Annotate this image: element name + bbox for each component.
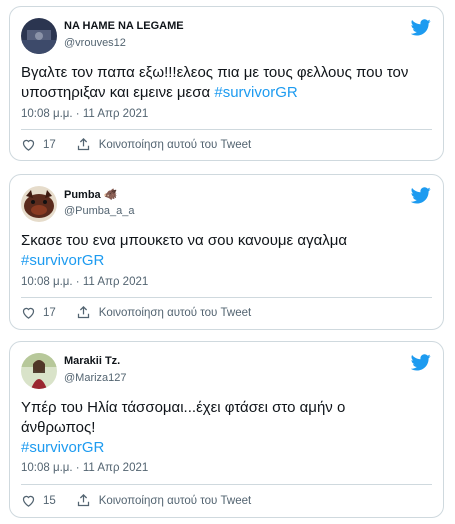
tweet-text-line: Υπέρ του Ηλία τάσσομαι...έχει φτάσει στο… (21, 399, 346, 416)
author-name-text: Pumba (64, 189, 101, 201)
share-icon (77, 305, 89, 319)
tweet-actions: 17 Κοινοποίηση αυτού του Tweet (21, 137, 251, 152)
author-name[interactable]: Marakii Tz. (64, 355, 120, 367)
share-icon (77, 493, 89, 507)
tweet-text-line: υποστηριξαν και εμεινε μεσα (21, 84, 215, 101)
heart-icon (22, 307, 35, 319)
share-button[interactable]: Κοινοποίηση αυτού του Tweet (76, 493, 251, 508)
tweet-timestamp[interactable]: 10:08 μ.μ. · 11 Απρ 2021 (21, 462, 148, 474)
tweet-actions: 17 Κοινοποίηση αυτού του Tweet (21, 305, 251, 320)
like-count: 15 (43, 494, 56, 507)
tweet-timestamp[interactable]: 10:08 μ.μ. · 11 Απρ 2021 (21, 108, 148, 120)
share-label: Κοινοποίηση αυτού του Tweet (98, 138, 252, 151)
tweet-card[interactable]: Marakii Tz. @Mariza127 Υπέρ του Ηλία τάσ… (9, 341, 444, 518)
tweet-card[interactable]: Pumba 🐗 @Pumba_a_a Σκασε του ενα μπουκετ… (9, 174, 444, 330)
divider (21, 297, 432, 298)
tweet-actions: 15 Κοινοποίηση αυτού του Tweet (21, 493, 251, 508)
share-button[interactable]: Κοινοποίηση αυτού του Tweet (76, 137, 251, 152)
author-name[interactable]: NA HAME NA LEGAME (64, 20, 184, 32)
heart-icon (22, 495, 35, 507)
share-label: Κοινοποίηση αυτού του Tweet (98, 494, 252, 507)
share-button[interactable]: Κοινοποίηση αυτού του Tweet (76, 305, 251, 320)
twitter-bird-icon[interactable] (411, 354, 431, 371)
tweet-text-line: Σκασε του ενα μπουκετο να σου κανουμε αγ… (21, 232, 348, 249)
tweet-text: Σκασε του ενα μπουκετο να σου κανουμε αγ… (21, 231, 431, 271)
hashtag-link[interactable]: #survivorGR (214, 84, 297, 101)
heart-icon (22, 139, 35, 151)
tweet-text-line: Βγαλτε τον παπα εξω!!!ελεος πια με τους … (21, 64, 409, 81)
like-button[interactable]: 15 (21, 493, 56, 508)
tweet-timestamp[interactable]: 10:08 μ.μ. · 11 Απρ 2021 (21, 276, 148, 288)
avatar[interactable] (21, 18, 57, 54)
tweet-card[interactable]: NA HAME NA LEGAME @vrouves12 Βγαλτε τον … (9, 6, 444, 161)
author-handle[interactable]: @Pumba_a_a (64, 205, 135, 217)
author-name[interactable]: Pumba 🐗 (64, 188, 117, 201)
share-label: Κοινοποίηση αυτού του Tweet (98, 306, 252, 319)
hashtag-link[interactable]: #survivorGR (21, 252, 104, 269)
tweet-text-line: άνθρωπος! (21, 419, 96, 436)
author-handle[interactable]: @vrouves12 (64, 37, 126, 49)
like-button[interactable]: 17 (21, 137, 56, 152)
hashtag-link[interactable]: #survivorGR (21, 439, 104, 456)
avatar[interactable] (21, 353, 57, 389)
twitter-bird-icon[interactable] (411, 19, 431, 36)
like-count: 17 (43, 138, 56, 151)
boar-emoji-icon: 🐗 (103, 189, 118, 201)
tweet-text: Υπέρ του Ηλία τάσσομαι...έχει φτάσει στο… (21, 398, 431, 458)
share-icon (77, 137, 89, 151)
twitter-bird-icon[interactable] (411, 187, 431, 204)
author-handle[interactable]: @Mariza127 (64, 372, 127, 384)
tweet-text: Βγαλτε τον παπα εξω!!!ελεος πια με τους … (21, 63, 431, 103)
divider (21, 129, 432, 130)
like-count: 17 (43, 306, 56, 319)
like-button[interactable]: 17 (21, 305, 56, 320)
divider (21, 484, 432, 485)
avatar[interactable] (21, 186, 57, 222)
